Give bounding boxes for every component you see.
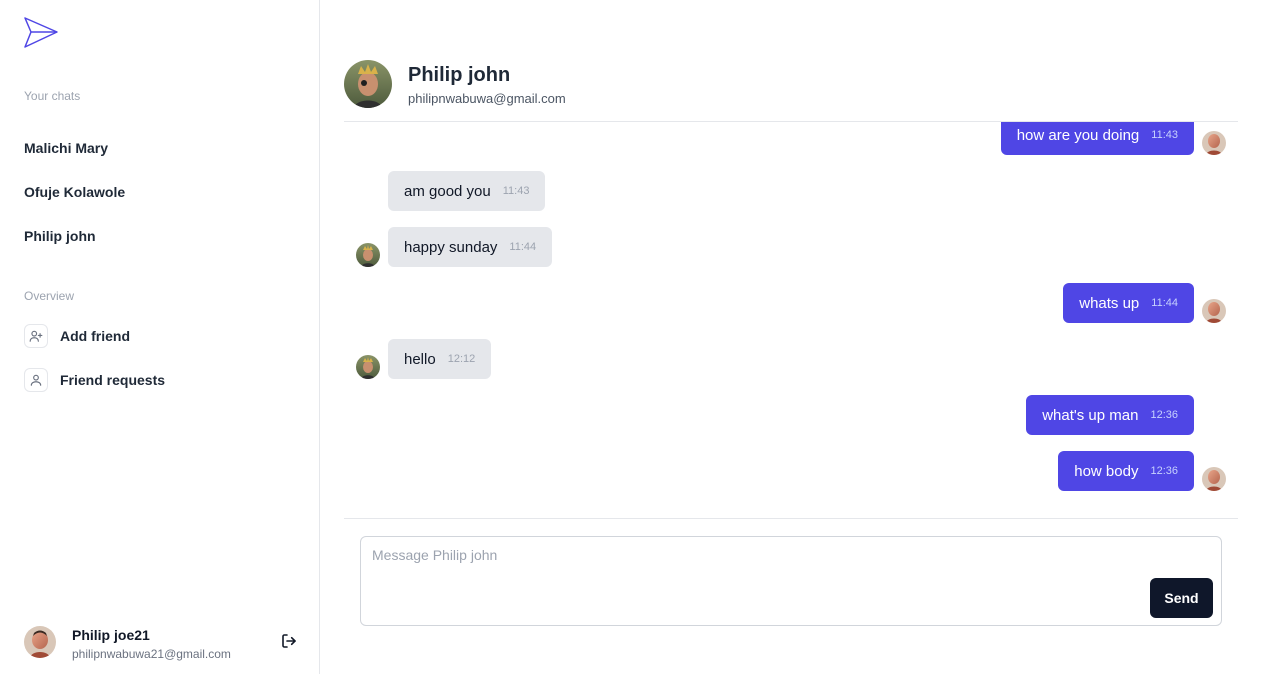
message-text: how body [1074,462,1139,480]
message-bubble-incoming: happy sunday 11:44 [388,227,553,267]
friend-requests-label: Friend requests [60,372,166,388]
message-bubble-incoming: am good you 11:43 [388,171,546,211]
message-time: 12:12 [447,353,476,365]
message-row: what's up man 12:36 [344,395,1238,435]
message-time: 11:44 [1151,297,1178,309]
logout-icon [282,634,296,648]
sidebar: Your chats Malichi Mary Ofuje Kolawole P… [0,0,320,674]
message-text: how are you doing [1016,126,1140,144]
chat-partner-name: Philip john [408,64,511,86]
chat-item-malichi-mary[interactable]: Malichi Mary [24,140,108,156]
message-bubble-outgoing: how are you doing 11:43 [1000,122,1194,155]
avatar [1202,467,1226,491]
partner-avatar [344,60,392,108]
logout-button[interactable] [280,632,298,650]
message-time: 12:36 [1150,409,1178,421]
user-plus-icon [24,324,48,348]
profile-email: philipnwabuwa21@gmail.com [72,647,231,661]
message-bubble-outgoing: how body 12:36 [1058,451,1194,491]
avatar [24,626,56,658]
add-friend-link[interactable]: Add friend [24,324,130,348]
message-row: how are you doing 11:43 [344,122,1238,155]
avatar [1202,299,1226,323]
current-user-profile: Philip joe21 philipnwabuwa21@gmail.com [24,626,304,662]
avatar [356,243,380,267]
message-time: 11:43 [1151,129,1178,141]
message-row: whats up 11:44 [344,283,1238,323]
chat-item-philip-john[interactable]: Philip john [24,228,96,244]
message-row: happy sunday 11:44 [344,227,1238,267]
message-row: am good you 11:43 [344,171,1238,211]
add-friend-label: Add friend [60,328,130,344]
chat-partner-email: philipnwabuwa@gmail.com [408,91,566,106]
avatar [1202,131,1226,155]
message-bubble-outgoing: whats up 11:44 [1063,283,1194,323]
your-chats-label: Your chats [24,89,81,103]
message-text: am good you [404,182,491,200]
send-plane-icon[interactable] [24,17,58,49]
message-list: how are you doing 11:43 am good you 11:4… [344,122,1238,519]
message-time: 11:44 [509,241,537,253]
message-time: 12:36 [1150,465,1178,477]
message-bubble-outgoing: what's up man 12:36 [1026,395,1194,435]
message-composer: Send [360,536,1222,626]
message-text: whats up [1079,294,1140,312]
chat-header: Philip john philipnwabuwa@gmail.com [344,60,1238,122]
avatar [356,355,380,379]
profile-name: Philip joe21 [72,627,150,643]
message-text: happy sunday [404,238,498,256]
send-button[interactable]: Send [1150,578,1213,618]
message-text: hello [404,350,436,368]
message-bubble-incoming: hello 12:12 [388,339,492,379]
message-row: how body 12:36 [344,451,1238,491]
message-input[interactable] [361,537,1141,625]
overview-label: Overview [24,289,75,303]
message-text: what's up man [1042,406,1139,424]
message-row: hello 12:12 [344,339,1238,379]
chat-item-ofuje-kolawole[interactable]: Ofuje Kolawole [24,184,125,200]
friend-requests-link[interactable]: Friend requests [24,368,165,392]
user-icon [24,368,48,392]
message-time: 11:43 [502,185,530,197]
